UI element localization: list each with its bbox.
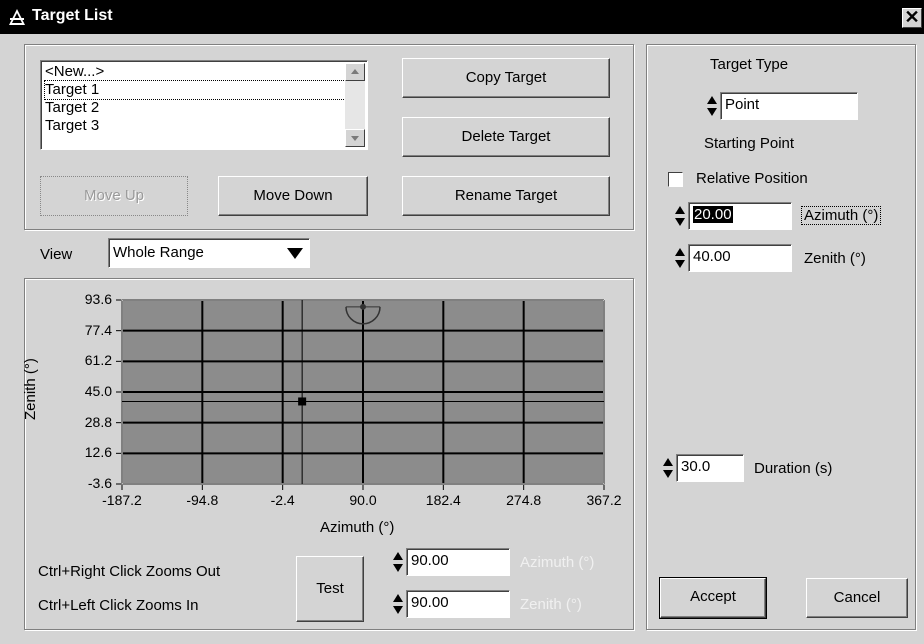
- y-tick-label: 93.6: [84, 291, 112, 307]
- relative-position-checkbox[interactable]: [668, 172, 683, 187]
- duration-spinner[interactable]: [662, 456, 674, 480]
- copy-target-button[interactable]: Copy Target: [402, 58, 610, 98]
- close-button[interactable]: ✕: [902, 8, 922, 28]
- zoom-out-hint: Ctrl+Right Click Zooms Out: [38, 563, 221, 580]
- scroll-down-arrow[interactable]: [345, 129, 365, 147]
- list-item[interactable]: Target 3: [45, 117, 99, 135]
- azimuth-spinner[interactable]: [674, 204, 686, 228]
- view-dropdown[interactable]: Whole Range: [108, 238, 310, 268]
- starting-point-label: Starting Point: [704, 135, 795, 152]
- target-marker-dot: [360, 303, 366, 310]
- delete-target-button[interactable]: Delete Target: [402, 117, 610, 157]
- y-tick-label: -3.6: [87, 475, 112, 491]
- rename-target-button[interactable]: Rename Target: [402, 176, 610, 216]
- move-up-button[interactable]: Move Up: [40, 176, 188, 216]
- relative-position-label[interactable]: Relative Position: [696, 170, 808, 187]
- cursor-marker: [298, 397, 307, 406]
- y-tick-label: 45.0: [84, 383, 112, 399]
- target-type-field[interactable]: Point: [720, 92, 858, 120]
- duration-field[interactable]: 30.0: [676, 454, 744, 482]
- test-button[interactable]: Test: [296, 556, 364, 622]
- x-axis-label: Azimuth (°): [320, 519, 395, 536]
- y-tick-label: 12.6: [84, 444, 112, 461]
- target-listbox[interactable]: <New...> Target 1 Target 2 Target 3: [40, 60, 368, 150]
- duration-label: Duration (s): [754, 460, 833, 477]
- arrow-up-icon: [351, 69, 359, 74]
- y-tick-label: 28.8: [84, 413, 112, 430]
- zoom-in-hint: Ctrl+Left Click Zooms In: [38, 597, 199, 614]
- list-item[interactable]: <New...>: [45, 63, 104, 81]
- test-azimuth-field[interactable]: 90.00: [406, 548, 510, 576]
- target-type-spinner[interactable]: [706, 94, 718, 118]
- x-tick-label: 274.8: [506, 492, 542, 508]
- x-tick-label: -187.2: [102, 492, 142, 508]
- view-dropdown-value: Whole Range: [113, 244, 204, 261]
- title-bar: Target List ✕: [0, 0, 924, 34]
- test-zenith-label: Zenith (°): [520, 596, 582, 613]
- test-azimuth-spinner[interactable]: [392, 550, 404, 574]
- x-tick-label: 90.0: [349, 492, 377, 508]
- cancel-button[interactable]: Cancel: [806, 578, 908, 618]
- target-plot[interactable]: [24, 282, 634, 522]
- x-tick-label: -2.4: [270, 492, 295, 508]
- zenith-label: Zenith (°): [804, 250, 866, 267]
- chevron-down-icon[interactable]: [285, 245, 305, 264]
- list-scrollbar[interactable]: [345, 63, 365, 147]
- close-icon: ✕: [904, 7, 920, 27]
- x-tick-label: 367.2: [586, 492, 622, 508]
- view-label: View: [40, 246, 73, 263]
- y-tick-label: 61.2: [84, 352, 112, 369]
- target-properties-frame: [646, 44, 916, 630]
- y-tick-label: 77.4: [84, 321, 112, 338]
- window-title: Target List: [32, 7, 113, 24]
- target-type-label: Target Type: [710, 56, 789, 73]
- accept-button[interactable]: Accept: [659, 577, 767, 619]
- list-item-selected[interactable]: Target 1: [44, 80, 364, 100]
- test-zenith-field[interactable]: 90.00: [406, 590, 510, 618]
- list-item[interactable]: Target 2: [45, 99, 99, 117]
- test-zenith-spinner[interactable]: [392, 592, 404, 616]
- y-axis-label: Zenith (°): [22, 358, 39, 420]
- x-tick-label: -94.8: [186, 492, 219, 508]
- scroll-up-arrow[interactable]: [345, 63, 365, 81]
- x-tick-label: 182.4: [425, 492, 461, 508]
- app-icon: [8, 8, 26, 26]
- move-down-button[interactable]: Move Down: [218, 176, 368, 216]
- azimuth-field[interactable]: 20.00: [688, 202, 792, 230]
- zenith-spinner[interactable]: [674, 246, 686, 270]
- zenith-field[interactable]: 40.00: [688, 244, 792, 272]
- test-azimuth-label: Azimuth (°): [520, 554, 595, 571]
- arrow-down-icon: [351, 136, 359, 141]
- azimuth-label: Azimuth (°): [800, 206, 882, 225]
